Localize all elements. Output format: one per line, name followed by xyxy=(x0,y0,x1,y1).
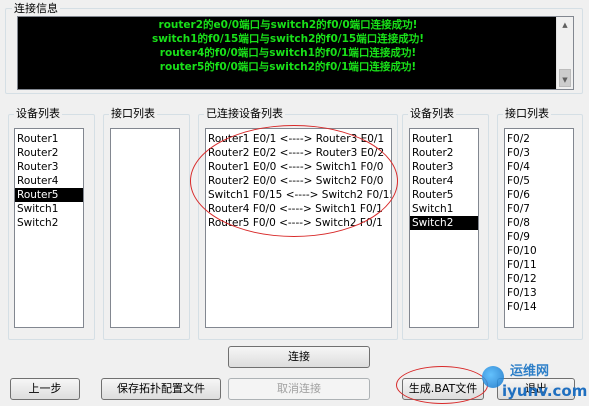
port-list-item[interactable]: F0/12 xyxy=(505,272,573,286)
port-list-item[interactable]: F0/14 xyxy=(505,300,573,314)
port-list-item[interactable]: F0/7 xyxy=(505,202,573,216)
left-ports-title: 接口列表 xyxy=(109,107,157,120)
device-list-item[interactable]: Switch2 xyxy=(15,216,83,230)
port-list-item[interactable]: F0/10 xyxy=(505,244,573,258)
device-list-item[interactable]: Router5 xyxy=(410,188,478,202)
scroll-up-icon[interactable]: ▲ xyxy=(557,17,573,34)
device-list-item[interactable]: Router5 xyxy=(15,188,83,202)
connection-list-item[interactable]: Router5 F0/0 <----> Switch2 F0/1 xyxy=(206,216,391,230)
port-list-item[interactable]: F0/3 xyxy=(505,146,573,160)
connection-list-item[interactable]: Switch1 F0/15 <----> Switch2 F0/15 xyxy=(206,188,391,202)
connection-list-item[interactable]: Router4 F0/0 <----> Switch1 F0/1 xyxy=(206,202,391,216)
right-devices-title: 设备列表 xyxy=(408,107,456,120)
device-list-item[interactable]: Router3 xyxy=(15,160,83,174)
port-list-item[interactable]: F0/13 xyxy=(505,286,573,300)
port-list-item[interactable]: F0/9 xyxy=(505,230,573,244)
cancel-connect-button[interactable]: 取消连接 xyxy=(228,378,370,400)
log-line: router5的f0/0端口与switch2的f0/1端口连接成功! xyxy=(159,61,417,73)
log-lines: router2的e0/0端口与switch2的f0/0端口连接成功! switch… xyxy=(18,18,558,74)
log-line: router4的f0/0端口与switch1的f0/1端口连接成功! xyxy=(159,47,417,59)
connection-info-title: 连接信息 xyxy=(12,2,60,15)
connection-list-item[interactable]: Router2 E0/0 <----> Switch2 F0/0 xyxy=(206,174,391,188)
port-list-item[interactable]: F0/2 xyxy=(505,132,573,146)
device-list-item[interactable]: Switch1 xyxy=(410,202,478,216)
watermark-logo-icon xyxy=(482,366,504,388)
right-ports-title: 接口列表 xyxy=(503,107,551,120)
device-list-item[interactable]: Switch1 xyxy=(15,202,83,216)
save-topology-button[interactable]: 保存拓扑配置文件 xyxy=(101,378,221,400)
port-list-item[interactable]: F0/8 xyxy=(505,216,573,230)
device-list-item[interactable]: Router2 xyxy=(410,146,478,160)
connection-log[interactable]: router2的e0/0端口与switch2的f0/0端口连接成功! switch… xyxy=(17,16,574,90)
port-list-item[interactable]: F0/5 xyxy=(505,174,573,188)
log-line: router2的e0/0端口与switch2的f0/0端口连接成功! xyxy=(158,19,418,31)
device-list-item[interactable]: Router1 xyxy=(15,132,83,146)
left-device-list[interactable]: Router1 Router2 Router3 Router4 Router5 Switc… xyxy=(14,128,84,328)
port-list-item[interactable]: F0/4 xyxy=(505,160,573,174)
right-port-list[interactable]: F0/2 F0/3 F0/4 F0/5 F0/6 F0/7 F0/8 F0/9 F0/10 F0/… xyxy=(504,128,574,328)
connection-list-item[interactable]: Router1 E0/0 <----> Switch1 F0/0 xyxy=(206,160,391,174)
watermark-bottom-text: iyunv.com xyxy=(502,382,588,400)
generate-bat-button[interactable]: 生成.BAT文件 xyxy=(402,378,484,400)
device-list-item[interactable]: Router2 xyxy=(15,146,83,160)
connected-title: 已连接设备列表 xyxy=(204,107,285,120)
watermark-top-text: 运维网 xyxy=(510,364,550,379)
device-list-item[interactable]: Router4 xyxy=(410,174,478,188)
left-devices-title: 设备列表 xyxy=(14,107,62,120)
scroll-down-icon[interactable]: ▼ xyxy=(557,72,573,89)
connection-list-item[interactable]: Router1 E0/1 <----> Router3 E0/1 xyxy=(206,132,391,146)
port-list-item[interactable]: F0/6 xyxy=(505,188,573,202)
connection-list-item[interactable]: Router2 E0/2 <----> Router3 E0/2 xyxy=(206,146,391,160)
device-list-item[interactable]: Switch2 xyxy=(410,216,478,230)
watermark: 运维网 iyunv.com xyxy=(482,360,588,406)
prev-button[interactable]: 上一步 xyxy=(10,378,80,400)
log-line: switch1的f0/15端口与switch2的f0/15端口连接成功! xyxy=(151,33,425,45)
log-scrollbar[interactable]: ▲ ▼ xyxy=(556,17,573,89)
device-list-item[interactable]: Router3 xyxy=(410,160,478,174)
connected-device-list[interactable]: Router1 E0/1 <----> Router3 E0/1 Router2 … xyxy=(205,128,392,328)
port-list-item[interactable]: F0/11 xyxy=(505,258,573,272)
device-list-item[interactable]: Router1 xyxy=(410,132,478,146)
device-list-item[interactable]: Router4 xyxy=(15,174,83,188)
left-port-list[interactable] xyxy=(110,128,180,328)
connect-button[interactable]: 连接 xyxy=(228,346,370,368)
right-device-list[interactable]: Router1 Router2 Router3 Router4 Router5 Switc… xyxy=(409,128,479,328)
